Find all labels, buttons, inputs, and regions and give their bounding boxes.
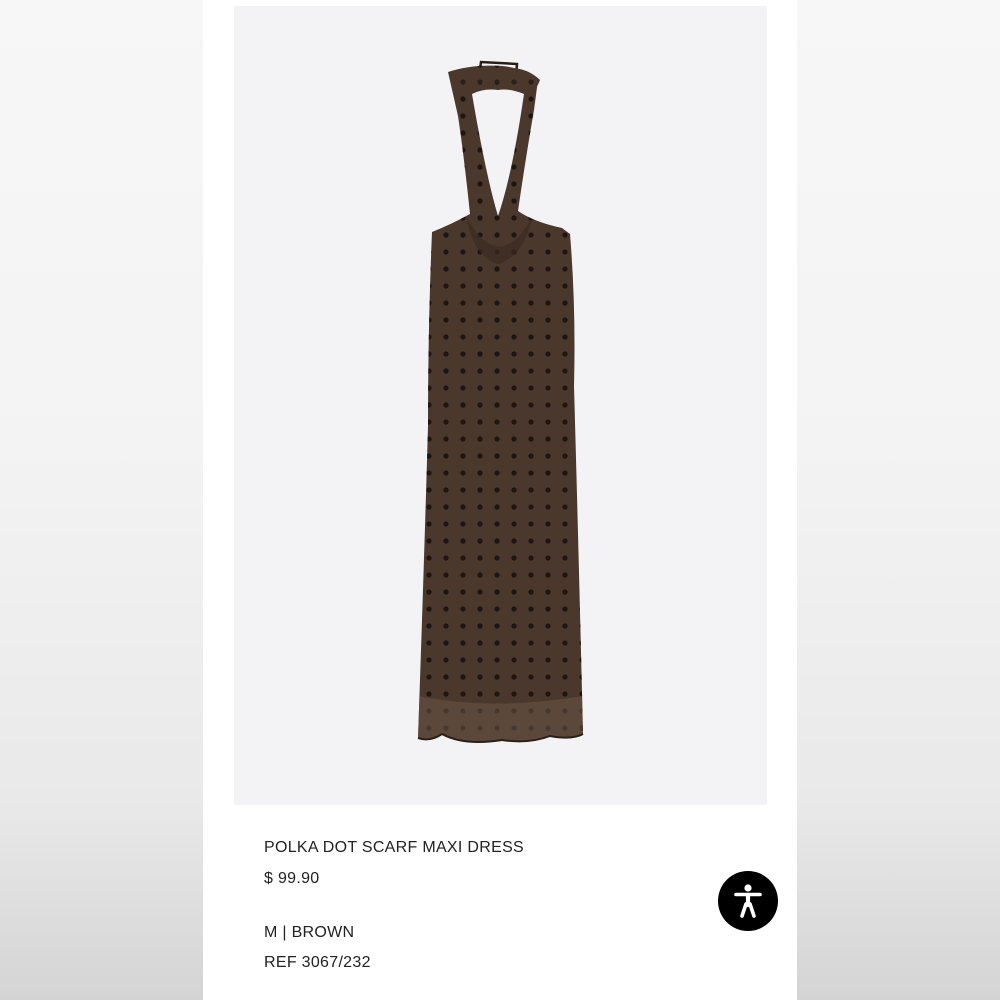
product-name: POLKA DOT SCARF MAXI DRESS xyxy=(264,839,525,856)
product-reference: REF 3067/232 xyxy=(264,954,371,971)
product-variant: M | BROWN xyxy=(264,924,355,941)
product-price: $ 99.90 xyxy=(264,870,320,887)
accessibility-person-icon xyxy=(734,884,762,918)
left-blurred-margin xyxy=(0,0,203,1000)
accessibility-button[interactable] xyxy=(718,871,778,931)
right-blurred-margin xyxy=(797,0,1000,1000)
product-card: POLKA DOT SCARF MAXI DRESS $ 99.90 M | B… xyxy=(203,0,797,1000)
product-image[interactable] xyxy=(234,6,767,805)
dress-illustration xyxy=(417,60,584,743)
